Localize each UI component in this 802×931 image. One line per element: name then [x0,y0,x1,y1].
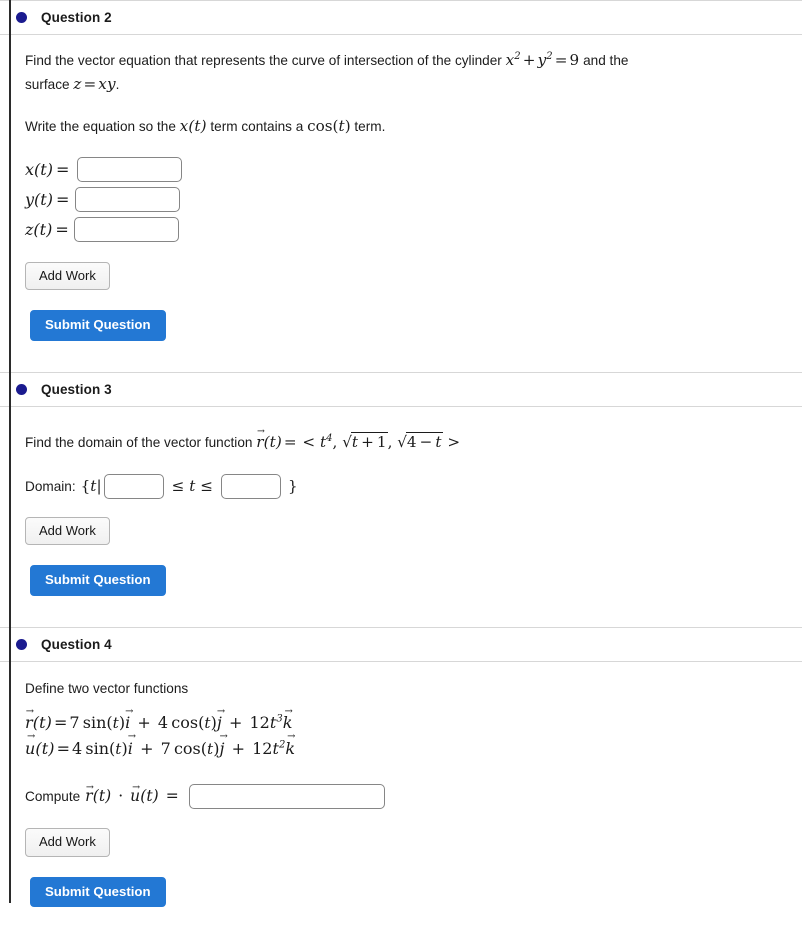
question-status-bullet-icon [16,639,27,651]
question-3-submit-container: Submit Question [25,545,802,627]
question-2-prompt: Find the vector equation that represents… [25,35,725,96]
r-coef-cos: 4 [157,713,169,733]
domain-inequality: ≤ t ≤ [171,477,213,496]
vector-function-r-definition: → r(t) = 7 sin(t) → i + 4 cos(t) → j + 12t3 → k [25,706,293,733]
question-block-4: Question 4 Define two vector functions →… [0,627,802,931]
question-status-bullet-icon [16,384,27,396]
q2-surface-equation: z = xy [73,74,116,93]
domain-lower-bound-input[interactable] [103,473,164,499]
u-coef-k: 12 [252,738,273,758]
answer-row-z: z(t) = [25,215,802,245]
left-accent-rule [9,0,11,903]
question-2-title: Question 2 [41,10,112,25]
q2-prompt-text-d: . [115,76,120,92]
answer-label-y: y(t) = [25,190,70,210]
domain-open-brace: {t| [80,477,102,496]
q2-prompt-text-a: Find the vector equation that represents… [25,53,506,68]
q2-instr-a: Write the equation so the [25,119,180,135]
r-coef-sin: 7 [69,713,80,733]
question-2-header: Question 2 [0,0,802,35]
question-3-title: Question 3 [41,382,112,398]
dot-product-answer-input[interactable] [188,783,385,809]
r-coef-k: 12 [249,713,270,733]
question-3-header: Question 3 [0,372,802,408]
add-work-button[interactable]: Add Work [25,516,110,546]
question-3-body: Find the domain of the vector function →… [0,407,802,627]
q2-prompt-text-c: surface [25,76,74,92]
question-2-submit-container: Submit Question [25,290,802,372]
answer-label-x: x(t) = [25,160,70,180]
question-3-prompt: Find the domain of the vector function →… [25,407,725,455]
q2-instr-math-xt: x(t) [179,117,207,136]
question-2-body: Find the vector equation that represents… [0,35,802,372]
submit-question-button[interactable]: Submit Question [30,565,166,597]
submit-question-button[interactable]: Submit Question [30,310,166,342]
question-2-instruction: Write the equation so the x(t) term cont… [25,96,725,139]
domain-close-brace: } [287,477,298,496]
question-block-3: Question 3 Find the domain of the vector… [0,372,802,627]
answer-label-z: z(t) = [25,220,69,240]
question-block-2: Question 2 Find the vector equation that… [0,0,802,372]
answer-input-x[interactable] [77,157,182,183]
question-4-definitions: → r(t) = 7 sin(t) → i + 4 cos(t) → j + 12t3 → k →… [25,699,802,762]
domain-upper-bound-input[interactable] [220,473,281,499]
question-4-header: Question 4 [0,627,802,663]
answer-row-y: y(t) = [25,185,802,215]
q2-cylinder-equation: x2 + y2 = 9 [505,50,580,69]
question-2-add-work-container: Add Work [25,245,802,291]
u-coef-sin: 4 [72,738,83,758]
answer-input-y[interactable] [75,187,180,213]
q2-instr-math-cos: cos(t) [307,117,351,136]
question-4-add-work-container: Add Work [25,809,802,857]
q3-prompt-text: Find the domain of the vector function [25,435,257,451]
answer-row-x: x(t) = [25,155,802,185]
quiz-page: Question 2 Find the vector equation that… [0,0,802,908]
vector-function-u-definition: → u(t) = 4 sin(t) → i + 7 cos(t) → j + 12t2 → k [25,731,296,758]
question-4-submit-container: Submit Question [25,857,802,931]
answer-input-z[interactable] [74,217,179,243]
question-4-body: Define two vector functions → r(t) = 7 sin(… [0,662,802,931]
q2-prompt-text-b: and the [579,53,629,68]
domain-label: Domain: [25,478,76,494]
question-4-title: Question 4 [41,637,112,653]
compute-dot-product-expression: → r(t) · → u(t) = [85,781,179,805]
question-3-add-work-container: Add Work [25,499,802,546]
q3-vector-r: → r [256,426,265,452]
q2-instr-b: term contains a [206,119,308,135]
u-coef-cos: 7 [160,738,171,758]
question-3-domain-row: Domain: {t| ≤ t ≤ } [25,455,802,499]
question-2-answer-fields: x(t) = y(t) = z(t) = [25,139,802,245]
q3-domain-expression: < t4, √t + 1, √4 − t > [302,432,461,452]
question-status-bullet-icon [16,12,27,23]
add-work-button[interactable]: Add Work [25,261,110,291]
add-work-button[interactable]: Add Work [25,827,110,857]
q2-instr-c: term. [350,119,386,135]
compute-label: Compute [25,788,81,804]
question-4-prompt: Define two vector functions [25,681,189,697]
question-4-compute-row: Compute → r(t) · → u(t) = [25,762,802,809]
